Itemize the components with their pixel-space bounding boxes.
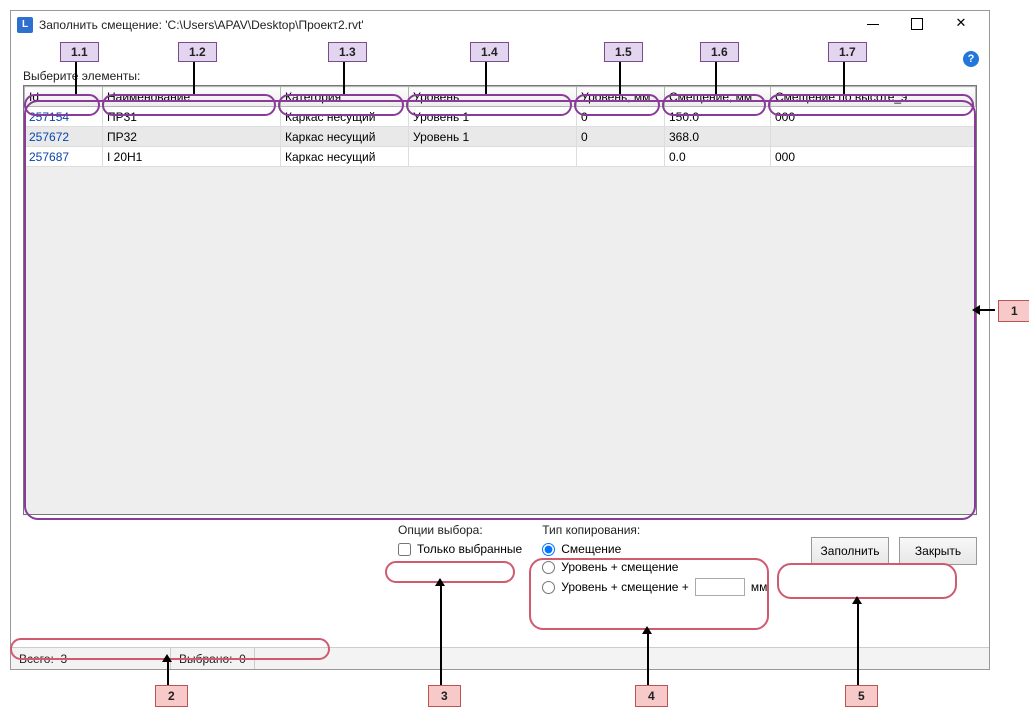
cell-height-offset: 000 [771, 147, 976, 167]
close-button[interactable]: Закрыть [899, 537, 977, 565]
table-row[interactable]: 257687 I 20Н1 Каркас несущий 0.0 000 [25, 147, 976, 167]
options-title: Опции выбора: [398, 523, 522, 537]
status-selected: Выбрано: 0 [171, 648, 255, 669]
radio-offset[interactable] [542, 543, 555, 556]
cell-category: Каркас несущий [281, 107, 409, 127]
app-window: L Заполнить смещение: 'C:\Users\APAV\Des… [10, 10, 990, 670]
tag-1-4: 1.4 [470, 42, 509, 62]
copy-type-group: Тип копирования: Смещение Уровень + смещ… [542, 523, 767, 598]
fill-button[interactable]: Заполнить [811, 537, 889, 565]
radio-level-offset-row[interactable]: Уровень + смещение [542, 558, 767, 576]
tag-1-5: 1.5 [604, 42, 643, 62]
mm-suffix-label: мм [751, 580, 768, 594]
cell-id[interactable]: 257154 [25, 107, 103, 127]
cell-id[interactable]: 257672 [25, 127, 103, 147]
col-level[interactable]: Уровень [409, 87, 577, 107]
cell-name: I 20Н1 [103, 147, 281, 167]
only-selected-checkbox[interactable] [398, 543, 411, 556]
cell-level-mm [577, 147, 665, 167]
only-selected-row[interactable]: Только выбранные [398, 540, 522, 558]
col-id[interactable]: Id [25, 87, 103, 107]
titlebar: L Заполнить смещение: 'C:\Users\APAV\Des… [11, 11, 989, 39]
choose-elements-label: Выберите элементы: [23, 69, 977, 83]
tag-5: 5 [845, 685, 878, 707]
tag-1-3: 1.3 [328, 42, 367, 62]
tag-1-1: 1.1 [60, 42, 99, 62]
cell-offset-mm: 150.0 [665, 107, 771, 127]
app-icon: L [17, 17, 33, 33]
cell-name: ПР32 [103, 127, 281, 147]
close-window-button[interactable] [939, 13, 983, 37]
elements-grid-container: Id Наименование Категория Уровень Уровен… [23, 85, 977, 515]
cell-id[interactable]: 257687 [25, 147, 103, 167]
radio-offset-label: Смещение [561, 542, 621, 556]
selection-options-group: Опции выбора: Только выбранные [398, 523, 522, 558]
cell-offset-mm: 0.0 [665, 147, 771, 167]
tag-1-6: 1.6 [700, 42, 739, 62]
cell-level-mm: 0 [577, 127, 665, 147]
cell-name: ПР31 [103, 107, 281, 127]
table-row[interactable]: 257672 ПР32 Каркас несущий Уровень 1 0 3… [25, 127, 976, 147]
copy-type-title: Тип копирования: [542, 523, 767, 537]
tag-2: 2 [155, 685, 188, 707]
radio-level-offset-plus-label: Уровень + смещение + [561, 580, 689, 594]
cell-offset-mm: 368.0 [665, 127, 771, 147]
cell-level-mm: 0 [577, 107, 665, 127]
col-height-offset[interactable]: Смещение по высоте_э [771, 87, 976, 107]
col-offset-mm[interactable]: Смещение, мм [665, 87, 771, 107]
mm-input[interactable] [695, 578, 745, 596]
cell-level: Уровень 1 [409, 127, 577, 147]
tag-3: 3 [428, 685, 461, 707]
minimize-button[interactable] [851, 13, 895, 37]
tag-1-7: 1.7 [828, 42, 867, 62]
cell-height-offset: 000 [771, 107, 976, 127]
radio-level-offset[interactable] [542, 561, 555, 574]
statusbar: Всего: 3 Выбрано: 0 [11, 647, 989, 669]
help-icon[interactable]: ? [963, 51, 979, 67]
cell-height-offset [771, 127, 976, 147]
col-name[interactable]: Наименование [103, 87, 281, 107]
tag-1-2: 1.2 [178, 42, 217, 62]
maximize-button[interactable] [895, 13, 939, 37]
radio-level-offset-plus-row[interactable]: Уровень + смещение + мм [542, 576, 767, 598]
cell-level [409, 147, 577, 167]
radio-offset-row[interactable]: Смещение [542, 540, 767, 558]
window-controls [851, 13, 983, 37]
cell-category: Каркас несущий [281, 127, 409, 147]
cell-level: Уровень 1 [409, 107, 577, 127]
only-selected-label: Только выбранные [417, 542, 522, 556]
window-title: Заполнить смещение: 'C:\Users\APAV\Deskt… [39, 18, 851, 32]
status-total: Всего: 3 [11, 648, 171, 669]
elements-grid[interactable]: Id Наименование Категория Уровень Уровен… [24, 86, 976, 167]
cell-category: Каркас несущий [281, 147, 409, 167]
tag-1: 1 [998, 300, 1029, 322]
table-row[interactable]: 257154 ПР31 Каркас несущий Уровень 1 0 1… [25, 107, 976, 127]
radio-level-offset-label: Уровень + смещение [561, 560, 678, 574]
radio-level-offset-plus[interactable] [542, 581, 555, 594]
tag-4: 4 [635, 685, 668, 707]
